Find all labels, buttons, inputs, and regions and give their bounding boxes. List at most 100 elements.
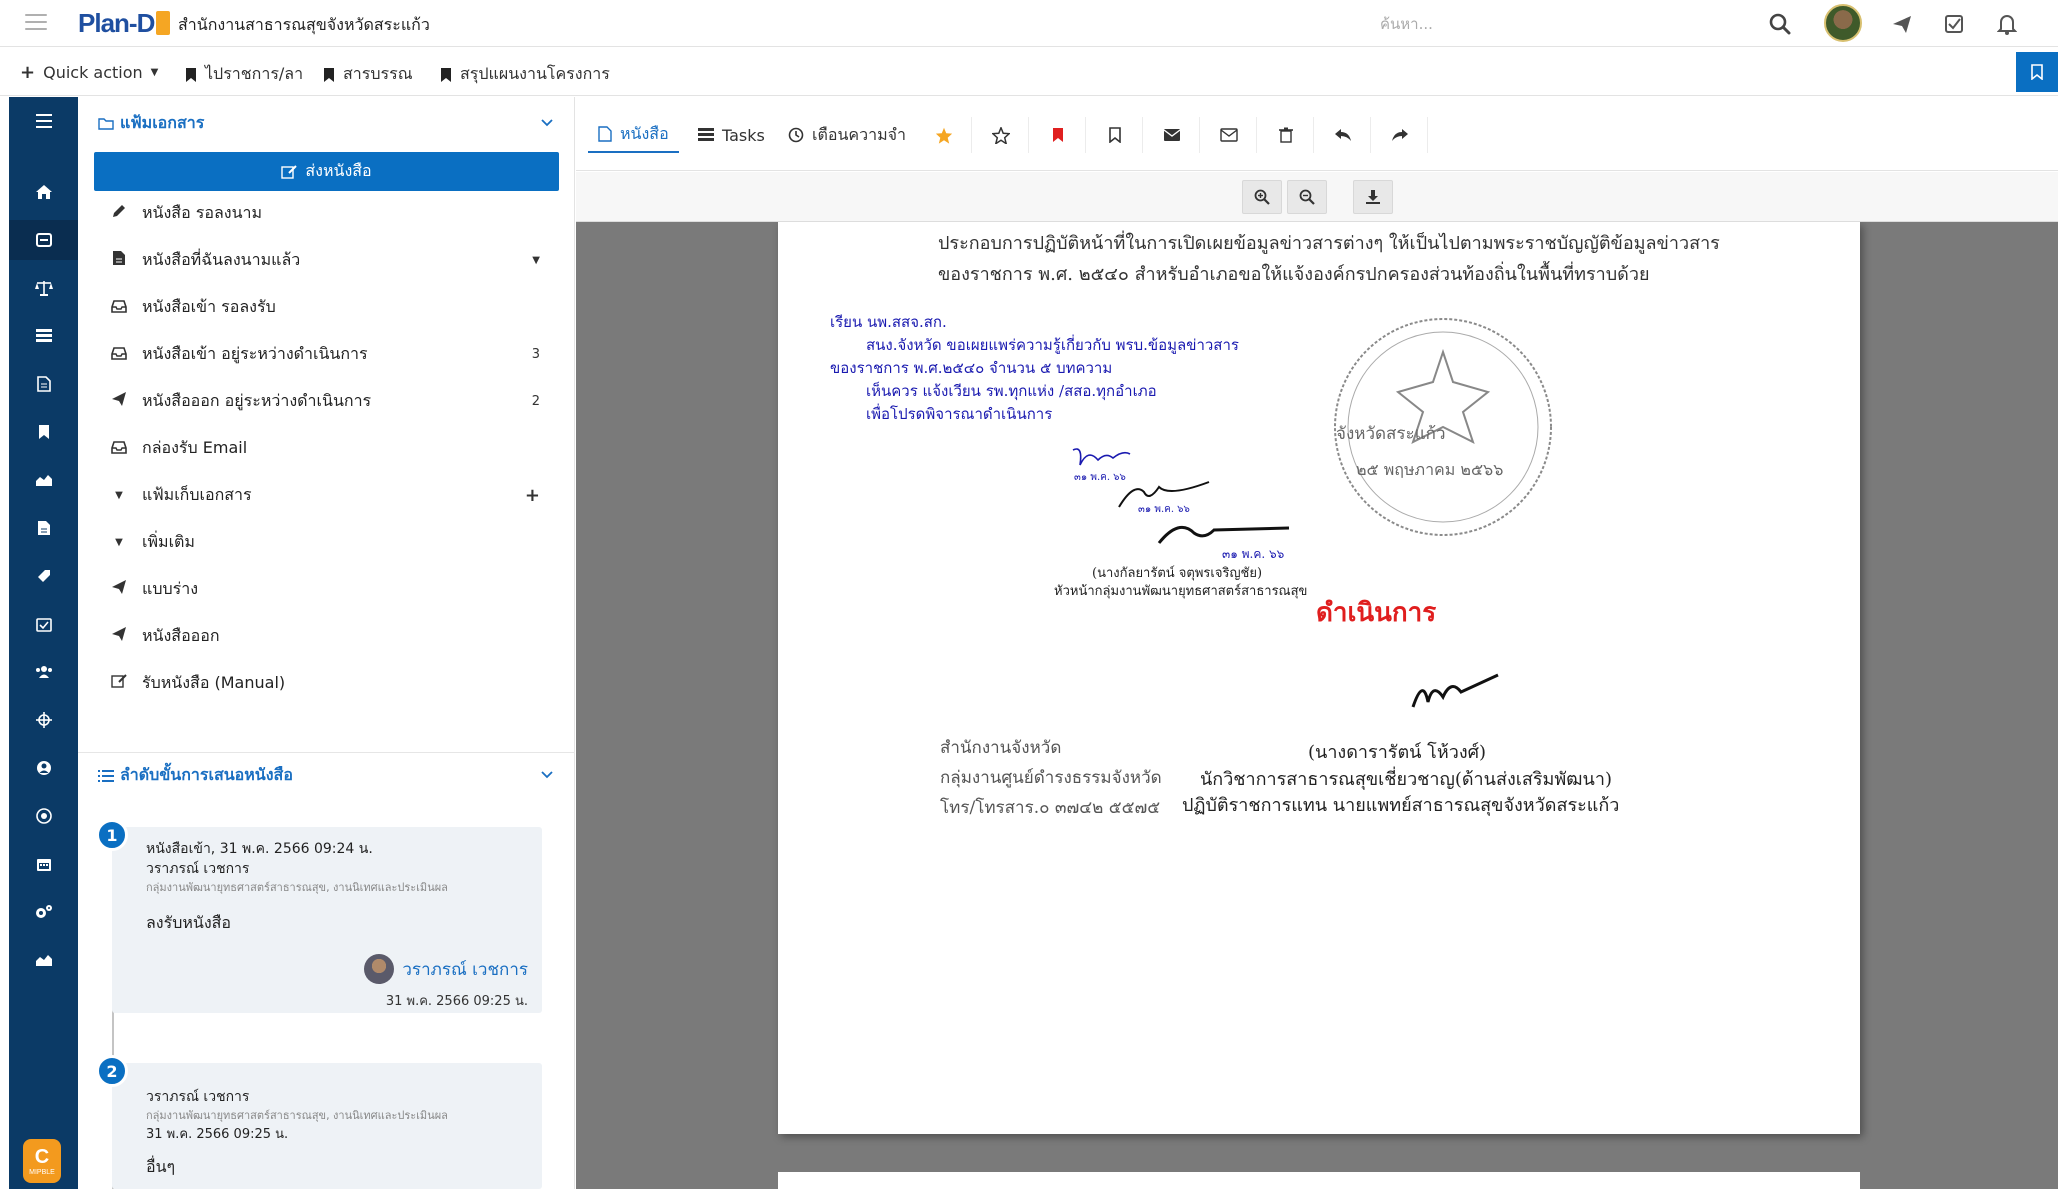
document-icon[interactable] xyxy=(9,364,78,404)
menu-icon[interactable] xyxy=(25,14,47,30)
tab-reminder[interactable]: เตือนความจำ xyxy=(788,117,906,153)
clock-icon xyxy=(788,127,804,143)
plus-icon: + xyxy=(20,62,36,83)
folder-item-outgoing-inprogress[interactable]: หนังสือออก อยู่ระหว่างดำเนินการ 2 xyxy=(110,388,550,414)
signature-3 xyxy=(1157,525,1290,544)
cogs-icon[interactable] xyxy=(9,892,78,932)
nav-toggle-icon[interactable] xyxy=(9,101,78,141)
inbox-nav-icon[interactable] xyxy=(9,220,78,260)
bookmark-icon xyxy=(441,67,451,82)
top-bar: Plan-D สำนักงานสาธารณสุขจังหวัดสระแก้ว xyxy=(0,0,2058,47)
bookmark-outline-icon[interactable] xyxy=(1087,117,1143,153)
calendar-check-icon[interactable] xyxy=(9,604,78,644)
tab-letter[interactable]: หนังสือ xyxy=(588,117,679,153)
inbox-icon xyxy=(110,345,128,364)
pdf-icon xyxy=(598,126,612,142)
send-icon xyxy=(110,579,128,599)
inbox-icon xyxy=(110,439,128,458)
send-icon[interactable] xyxy=(1888,10,1916,38)
folder-panel: แฟ้มเอกสาร ส่งหนังสือ หนังสือ รอลงนาม หน… xyxy=(78,97,575,1189)
calendar-icon[interactable] xyxy=(9,844,78,884)
folder-panel-header[interactable]: แฟ้มเอกสาร xyxy=(98,111,204,136)
folder-item-signed[interactable]: หนังสือที่ฉันลงนามแล้ว ▼ xyxy=(110,247,550,273)
envelope-outline-icon[interactable] xyxy=(1201,117,1257,153)
search-input[interactable] xyxy=(1380,10,1740,38)
zoom-out-icon[interactable] xyxy=(1287,180,1327,214)
pencil-icon xyxy=(110,203,128,223)
chevron-down-icon[interactable] xyxy=(540,115,554,129)
file-text-icon[interactable] xyxy=(9,508,78,548)
folder-item-outgoing[interactable]: หนังสือออก xyxy=(110,623,550,649)
zoom-in-icon[interactable] xyxy=(1242,180,1282,214)
quick-bar: + Quick action ▼ ไปราชการ/ลา สารบรรณ สรุ… xyxy=(0,48,2058,96)
flag-filled-icon[interactable] xyxy=(1030,117,1086,153)
caret-down-icon[interactable]: ▼ xyxy=(532,255,540,266)
send-letter-button[interactable]: ส่งหนังสือ xyxy=(94,152,559,191)
folder-item-incoming-inprogress[interactable]: หนังสือเข้า อยู่ระหว่างดำเนินการ 3 xyxy=(110,341,550,367)
download-icon[interactable] xyxy=(1353,180,1393,214)
left-nav: C MIPBLE xyxy=(9,97,78,1189)
search-icon[interactable] xyxy=(1766,10,1794,38)
area-chart-icon[interactable] xyxy=(9,460,78,500)
bell-icon[interactable] xyxy=(1993,10,2021,38)
signature-4 xyxy=(1411,673,1499,708)
bookmark-panel-button[interactable] xyxy=(2016,52,2058,92)
folder-item-pending-sign[interactable]: หนังสือ รอลงนาม xyxy=(110,200,550,226)
scale-icon[interactable] xyxy=(9,268,78,308)
folder-item-manual-receive[interactable]: รับหนังสือ (Manual) xyxy=(110,670,550,696)
star-filled-icon[interactable] xyxy=(916,117,972,153)
document-page-2 xyxy=(778,1172,1860,1189)
tab-tasks[interactable]: Tasks xyxy=(698,117,765,153)
crosshair-icon[interactable] xyxy=(9,700,78,740)
folder-item-archive[interactable]: ▼ แฟ้มเก็บเอกสาร + xyxy=(110,482,550,508)
folder-item-incoming-pending[interactable]: หนังสือเข้า รอลงรับ xyxy=(110,294,550,320)
step-number: 1 xyxy=(96,819,128,851)
document-viewer[interactable]: ประกอบการปฏิบัติหน้าที่ในการเปิดเผยข้อมู… xyxy=(576,222,2058,1189)
reply-icon[interactable] xyxy=(1315,117,1371,153)
bookmark-icon xyxy=(186,67,196,82)
app-badge[interactable]: C MIPBLE xyxy=(23,1139,61,1183)
divider xyxy=(78,752,575,753)
zoom-toolbar xyxy=(576,172,2058,222)
app-logo[interactable]: Plan-D xyxy=(78,8,171,39)
forward-icon[interactable] xyxy=(1372,117,1428,153)
document-page: ประกอบการปฏิบัติหน้าที่ในการเปิดเผยข้อมู… xyxy=(778,222,1860,1134)
bookmark-nav-icon[interactable] xyxy=(9,412,78,452)
folder-item-drafts[interactable]: แบบร่าง xyxy=(110,576,550,602)
edit-icon xyxy=(281,164,298,179)
list-icon[interactable] xyxy=(9,316,78,356)
home-icon[interactable] xyxy=(9,172,78,212)
quick-action-button[interactable]: + Quick action ▼ xyxy=(20,62,158,83)
edit-icon xyxy=(110,673,128,693)
send-icon xyxy=(110,391,128,411)
trash-icon[interactable] xyxy=(1258,117,1314,153)
caret-down-icon: ▼ xyxy=(115,536,123,548)
org-name: สำนักงานสาธารณสุขจังหวัดสระแก้ว xyxy=(178,15,430,34)
chevron-down-icon[interactable] xyxy=(540,767,554,781)
folder-item-more[interactable]: ▼ เพิ่มเติม xyxy=(110,529,550,555)
folder-item-email-inbox[interactable]: กล่องรับ Email xyxy=(110,435,550,461)
user-avatar[interactable] xyxy=(1824,4,1862,42)
steps-header[interactable]: ลำดับขั้นการเสนอหนังสือ xyxy=(98,763,293,788)
star-outline-icon[interactable] xyxy=(973,117,1029,153)
send-icon xyxy=(110,626,128,646)
tag-icon[interactable] xyxy=(9,556,78,596)
quick-link-leave[interactable]: ไปราชการ/ลา xyxy=(185,62,303,87)
list-ordered-icon xyxy=(98,769,114,782)
bookmark-icon xyxy=(2031,64,2043,80)
count-badge: 2 xyxy=(531,393,540,409)
step-card-1: 1 หนังสือเข้า, 31 พ.ค. 2566 09:24 น. วรา… xyxy=(96,819,542,1013)
envelope-filled-icon[interactable] xyxy=(1144,117,1200,153)
plus-icon[interactable]: + xyxy=(525,485,540,506)
tasks-icon xyxy=(698,128,714,141)
target-icon[interactable] xyxy=(9,796,78,836)
step-actor[interactable]: วราภรณ์ เวชการ xyxy=(146,954,528,984)
task-check-icon[interactable] xyxy=(1940,10,1968,38)
users-icon[interactable] xyxy=(9,652,78,692)
file-icon xyxy=(110,250,128,270)
user-circle-icon[interactable] xyxy=(9,748,78,788)
quick-link-plan-summary[interactable]: สรุปแผนงานโครงการ xyxy=(440,62,610,87)
area-chart-icon-2[interactable] xyxy=(9,940,78,980)
quick-link-saraban[interactable]: สารบรรณ xyxy=(323,62,413,87)
inbox-icon xyxy=(110,298,128,317)
